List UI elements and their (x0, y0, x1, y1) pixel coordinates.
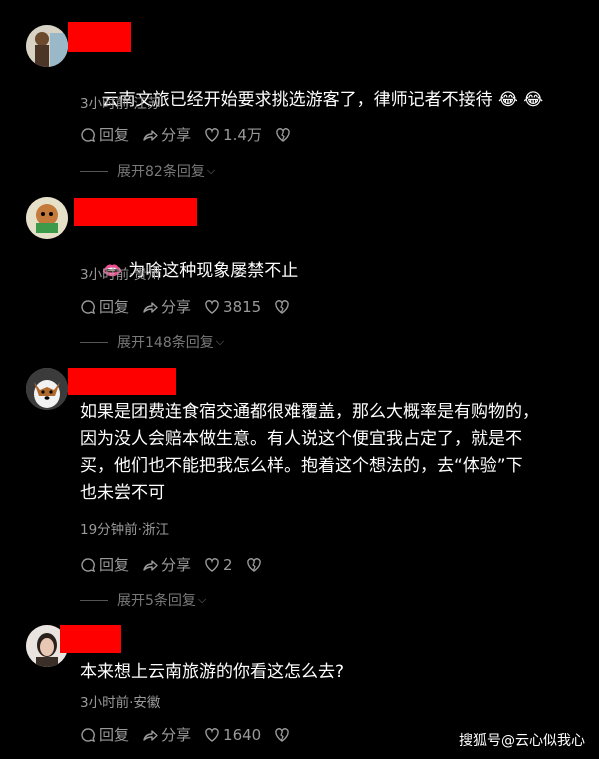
laughing-emoji-icon: 😂 😂 (498, 90, 544, 110)
comment-actions: 回复 分享 2 (80, 554, 275, 575)
share-button[interactable]: 分享 (142, 296, 191, 317)
comment-bubble-icon (81, 127, 96, 142)
expand-replies-button[interactable]: 展开5条回复 ⌵ (80, 590, 206, 610)
like-count: 3815 (223, 297, 262, 316)
comment-bubble-icon (81, 727, 96, 742)
broken-heart-icon (276, 127, 290, 142)
comment-meta: 3小时前·江苏 (80, 96, 161, 112)
comment-meta: 3小时前·贵州 (80, 267, 161, 283)
like-button[interactable]: 1640 (204, 726, 261, 744)
divider (80, 341, 108, 343)
avatar[interactable] (26, 25, 68, 67)
dislike-button[interactable] (274, 727, 290, 743)
like-button[interactable]: 2 (204, 556, 233, 574)
share-arrow-icon (143, 729, 158, 741)
like-count: 2 (223, 555, 233, 574)
broken-heart-icon (275, 299, 290, 314)
expand-replies-button[interactable]: 展开82条回复 ⌵ (80, 161, 215, 181)
heart-icon (205, 299, 219, 314)
watermark: 搜狐号@云心似我心 (459, 733, 585, 749)
reply-button[interactable]: 回复 (80, 124, 129, 145)
heart-icon (205, 127, 219, 142)
chevron-down-icon: ⌵ (197, 593, 207, 606)
avatar[interactable] (26, 197, 68, 239)
divider (80, 170, 108, 172)
chevron-down-icon: ⌵ (215, 335, 225, 348)
share-arrow-icon (143, 301, 158, 313)
share-arrow-icon (143, 559, 158, 571)
share-button[interactable]: 分享 (142, 724, 191, 745)
comment-meta: 19分钟前·浙江 (80, 522, 169, 538)
like-count: 1640 (223, 725, 262, 744)
reply-button[interactable]: 回复 (80, 296, 129, 317)
share-button[interactable]: 分享 (142, 124, 191, 145)
share-arrow-icon (143, 129, 158, 141)
reply-button[interactable]: 回复 (80, 554, 129, 575)
share-button[interactable]: 分享 (142, 554, 191, 575)
comment-bubble-icon (81, 557, 96, 572)
broken-heart-icon (275, 727, 290, 742)
redacted-username (68, 22, 131, 52)
chevron-down-icon: ⌵ (206, 164, 216, 177)
expand-replies-button[interactable]: 展开148条回复 ⌵ (80, 332, 224, 352)
comment-actions: 回复 分享 1640 (80, 724, 303, 745)
comment-text: 本来想上云南旅游的你看这怎么去? (80, 662, 345, 682)
like-count: 1.4万 (223, 126, 262, 144)
comment-actions: 回复 分享 3815 (80, 296, 303, 317)
redacted-username (74, 198, 197, 226)
redacted-username (68, 368, 176, 395)
comment-text: 如果是团费连食宿交通都很难覆盖，那么大概率是有购物的， 因为没人会赔本做生意。有… (80, 402, 539, 503)
dislike-button[interactable] (246, 557, 262, 573)
like-button[interactable]: 1.4万 (204, 124, 262, 145)
reply-button[interactable]: 回复 (80, 724, 129, 745)
heart-icon (205, 727, 219, 742)
like-button[interactable]: 3815 (204, 298, 261, 316)
heart-icon (205, 557, 219, 572)
avatar[interactable] (26, 368, 68, 410)
comment-actions: 回复 分享 1.4万 (80, 124, 304, 145)
comment-bubble-icon (81, 299, 96, 314)
dislike-button[interactable] (274, 299, 290, 315)
dislike-button[interactable] (275, 127, 291, 143)
redacted-username (60, 625, 121, 653)
broken-heart-icon (246, 557, 261, 572)
divider (80, 599, 108, 601)
comment-meta: 3小时前·安徽 (80, 695, 161, 711)
